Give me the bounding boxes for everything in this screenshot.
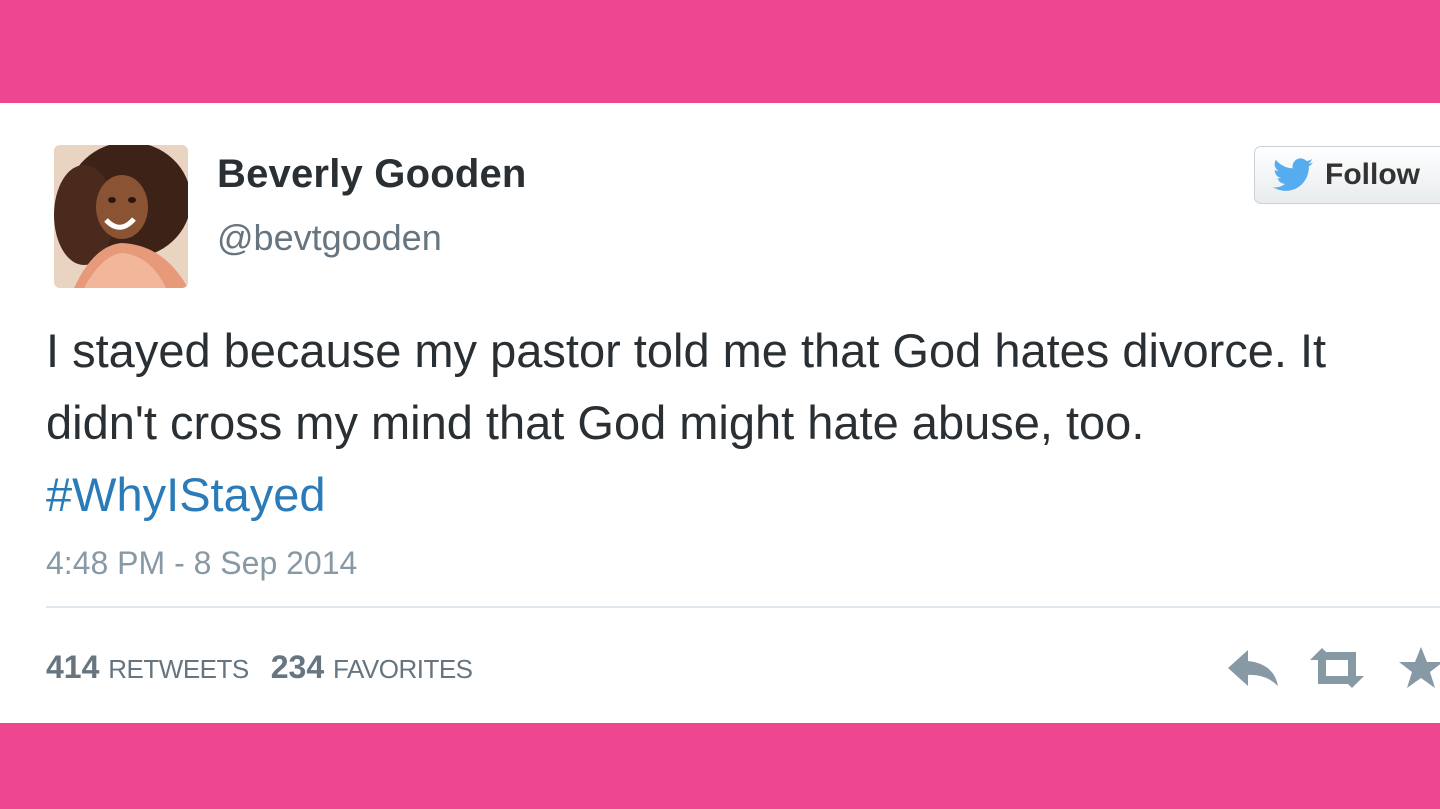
follow-button[interactable]: Follow xyxy=(1254,146,1440,204)
follow-label: Follow xyxy=(1325,158,1420,191)
favorite-count: 234 xyxy=(270,649,325,685)
tweet-body: I stayed because my pastor told me that … xyxy=(46,324,1327,449)
tweet-actions xyxy=(1224,644,1440,692)
display-name[interactable]: Beverly Gooden xyxy=(217,152,527,197)
hashtag-link[interactable]: #WhyIStayed xyxy=(46,468,326,521)
retweet-stat[interactable]: 414 RETWEETS xyxy=(46,649,249,686)
user-handle[interactable]: @bevtgooden xyxy=(217,217,442,259)
bottom-pink-band xyxy=(0,723,1440,809)
retweet-count: 414 xyxy=(46,649,100,685)
retweet-icon[interactable] xyxy=(1308,644,1366,692)
top-pink-band xyxy=(0,0,1440,103)
avatar-image xyxy=(54,145,188,288)
reply-icon[interactable] xyxy=(1224,644,1282,692)
tweet-text: I stayed because my pastor told me that … xyxy=(46,315,1366,531)
avatar[interactable] xyxy=(54,145,188,288)
favorite-label: FAVORITES xyxy=(333,654,473,684)
favorite-stat[interactable]: 234 FAVORITES xyxy=(271,649,473,686)
star-icon[interactable] xyxy=(1392,644,1440,692)
tweet-stats: 414 RETWEETS 234 FAVORITES xyxy=(46,649,473,686)
retweet-label: RETWEETS xyxy=(108,654,249,684)
twitter-bird-icon xyxy=(1273,158,1313,191)
tweet-timestamp[interactable]: 4:48 PM - 8 Sep 2014 xyxy=(46,545,357,582)
divider xyxy=(46,606,1440,608)
